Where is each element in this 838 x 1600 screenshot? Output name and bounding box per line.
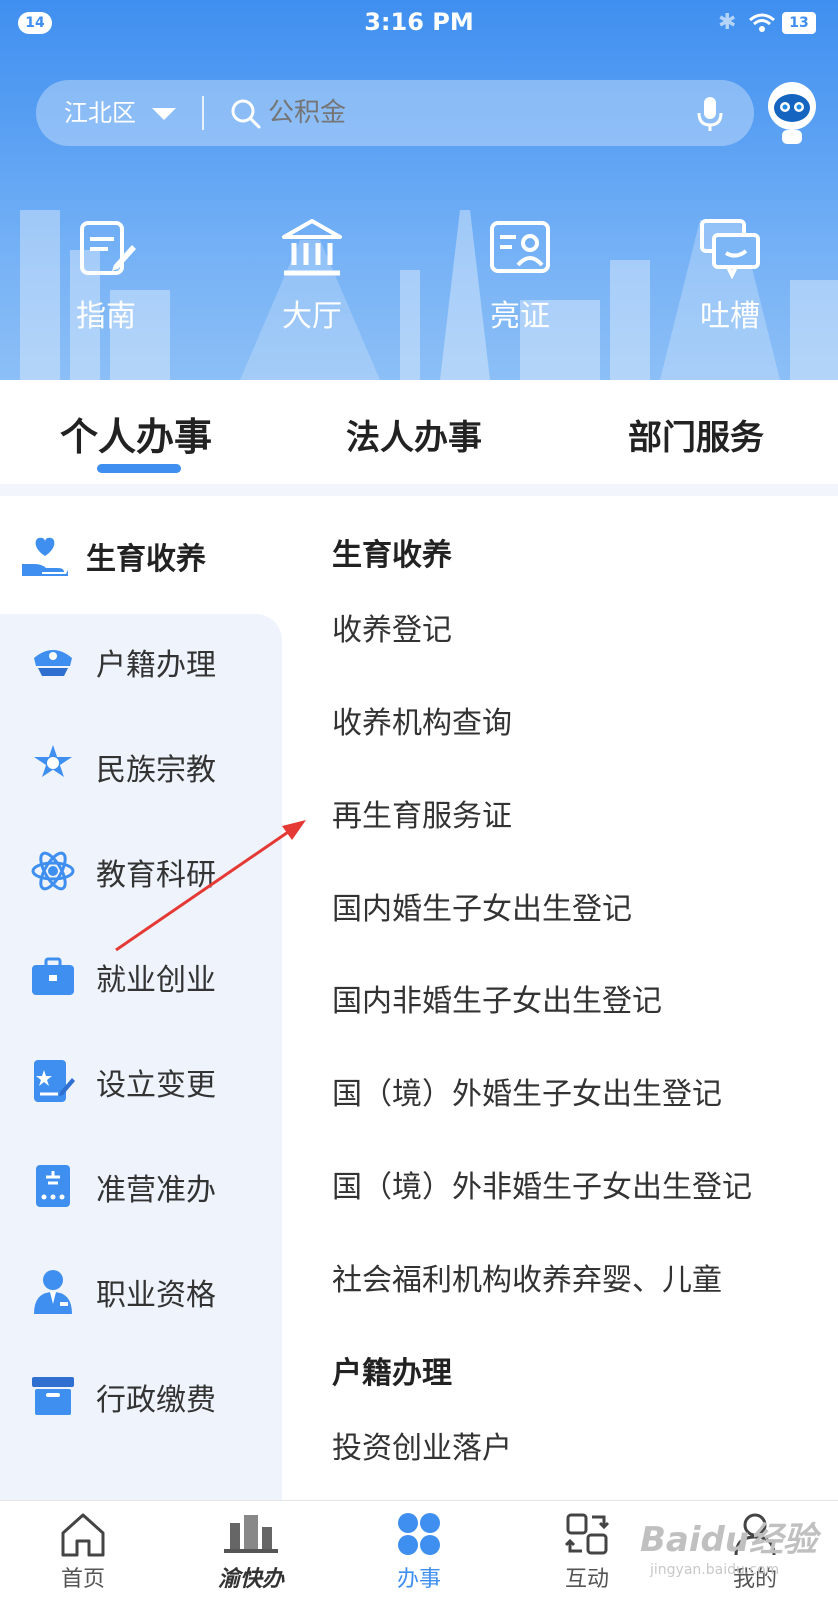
service-item[interactable]: 收养登记 [332,605,452,649]
battery-indicator: 13 [782,12,816,34]
current-category-label: 生育收养 [86,542,206,577]
police-cap-icon [34,650,72,676]
status-time: 3:16 PM [364,8,474,36]
guide-icon [80,221,136,275]
tab-personal[interactable]: 个人办事 [60,406,212,461]
tab-department[interactable]: 部门服务 [628,410,764,459]
service-item[interactable]: 国（境）外婚生子女出生登记 [332,1069,722,1113]
quick-action-hall[interactable]: 大厅 [252,215,372,335]
service-item[interactable]: 社会福利机构收养弃婴、儿童 [332,1255,722,1299]
service-tabs: 个人办事 法人办事 部门服务 [0,380,838,484]
sidebar-item-label: 就业创业 [96,963,216,998]
sidebar-item-education[interactable]: 教育科研 [0,836,282,906]
sidebar-item-label: 民族宗教 [96,753,216,788]
section-title-household: 户籍办理 [332,1356,452,1391]
nav-label: 互动 [564,1567,609,1592]
microphone-icon[interactable] [696,95,724,133]
sidebar-item-ethnic-religion[interactable]: 民族宗教 [0,731,282,801]
sidebar-item-label: 准营准办 [96,1173,216,1208]
search-divider [202,96,204,130]
category-sidebar: 户籍办理 民族宗教 教育科研 就业创业 设立变更 准营准办 职业资格 行政缴费 [0,614,282,1500]
sidebar-item-label: 设立变更 [96,1068,216,1103]
home-icon [61,1513,105,1557]
active-tab-indicator [97,464,181,473]
chevron-down-icon[interactable] [152,108,176,120]
nav-home[interactable]: 首页 [28,1511,138,1593]
quick-action-label: 指南 [76,299,136,334]
sidebar-item-establish-change[interactable]: 设立变更 [0,1046,282,1116]
header-banner: 14 3:16 PM ✱ 13 江北区 公积金 指南 大厅 亮证 吐槽 [0,0,838,380]
quick-action-label: 亮证 [490,299,550,334]
heart-hand-icon [22,537,68,576]
quick-action-guide[interactable]: 指南 [46,215,166,335]
service-item[interactable]: 国内非婚生子女出生登记 [332,976,662,1020]
status-bar: 14 3:16 PM ✱ 13 [0,0,838,46]
certificate-icon [34,1060,75,1102]
sidebar-item-label: 职业资格 [96,1278,216,1313]
section-title-birth-adoption: 生育收养 [332,538,452,573]
service-item[interactable]: 国内婚生子女出生登记 [332,884,632,928]
nav-services[interactable]: 办事 [364,1511,474,1593]
service-item[interactable]: 再生育服务证 [332,791,512,835]
service-item[interactable]: 收养机构查询 [332,698,512,742]
watermark-url: jingyan.baidu.com [650,1562,780,1578]
permit-icon [36,1165,70,1207]
sidebar-item-employment[interactable]: 就业创业 [0,941,282,1011]
robot-assistant-avatar[interactable] [764,80,820,146]
services-icon [398,1513,440,1555]
sidebar-item-admin-fees[interactable]: 行政缴费 [0,1361,282,1431]
sidebar-item-label: 教育科研 [96,858,216,893]
quick-action-label: 吐槽 [700,299,760,334]
id-card-icon [490,221,550,273]
quick-action-label: 大厅 [282,299,342,334]
sidebar-item-household[interactable]: 户籍办理 [0,626,282,696]
nav-label: 办事 [396,1567,441,1592]
sidebar-item-label: 行政缴费 [96,1383,216,1418]
star-icon [34,745,72,777]
search-input[interactable] [268,80,668,146]
tab-corporate[interactable]: 法人办事 [346,410,482,459]
professional-icon [34,1270,72,1314]
search-icon [231,99,261,129]
sidebar-item-qualification[interactable]: 职业资格 [0,1256,282,1326]
service-item[interactable]: 投资创业落户 [332,1423,512,1467]
briefcase-icon [32,957,74,995]
feedback-icon [700,219,760,279]
sidebar-item-label: 户籍办理 [96,648,216,683]
nav-interact[interactable]: 互动 [532,1511,642,1593]
district-selector[interactable]: 江北区 [64,80,136,146]
interact-icon [564,1513,610,1555]
sidebar-item-business-permit[interactable]: 准营准办 [0,1151,282,1221]
service-item[interactable]: 国（境）外非婚生子女出生登记 [332,1162,752,1206]
logo-icon [224,1515,278,1553]
bluetooth-icon: ✱ [718,10,737,35]
hall-icon [282,219,342,276]
nav-yukuaiban[interactable]: 渝快办 [196,1511,306,1593]
nav-label: 渝快办 [217,1567,284,1592]
atom-icon [31,851,75,891]
nav-label: 首页 [60,1567,105,1592]
quick-action-id-card[interactable]: 亮证 [460,215,580,335]
search-bar[interactable]: 江北区 [36,80,754,146]
baidu-watermark: Baidu经验 [640,1520,818,1560]
wifi-icon [749,13,775,32]
service-content: 生育收养 户籍办理 民族宗教 教育科研 就业创业 设立变更 准营准办 职业资格 … [0,496,838,1500]
box-icon [32,1377,74,1415]
quick-action-feedback[interactable]: 吐槽 [670,215,790,335]
